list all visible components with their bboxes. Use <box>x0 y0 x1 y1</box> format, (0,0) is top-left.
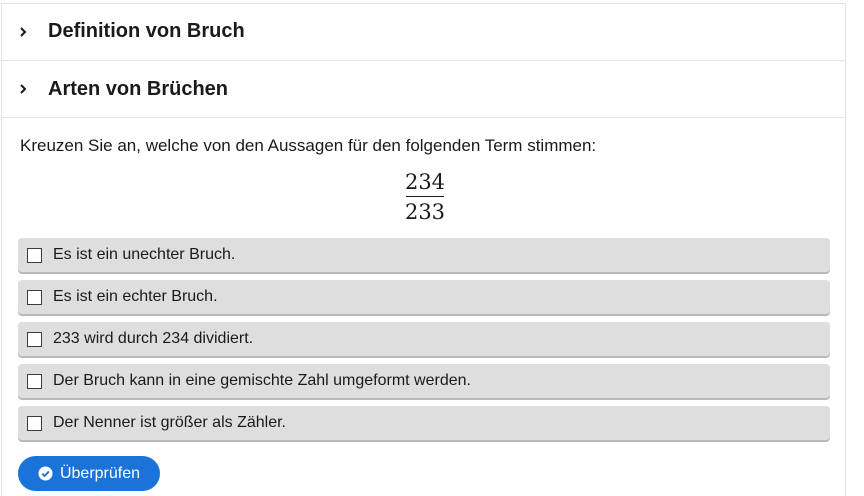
accordion-title: Definition von Bruch <box>48 20 245 42</box>
answer-option-2[interactable]: Es ist ein echter Bruch. <box>18 280 830 314</box>
answer-option-1[interactable]: Es ist ein unechter Bruch. <box>18 238 830 272</box>
option-label: 233 wird durch 234 dividiert. <box>53 330 254 347</box>
checkbox[interactable] <box>27 289 42 305</box>
fraction-denominator: 233 <box>404 200 446 224</box>
check-answers-button[interactable]: Überprüfen <box>18 456 160 491</box>
question-prompt: Kreuzen Sie an, welche von den Aussagen … <box>20 136 597 155</box>
option-label: Der Nenner ist größer als Zähler. <box>53 414 286 431</box>
accordion-title: Arten von Brüchen <box>48 77 229 100</box>
fraction-bar <box>406 196 444 197</box>
checkbox[interactable] <box>27 331 42 347</box>
accordion-arten-von-bruechen[interactable]: Arten von Brüchen <box>1 61 846 118</box>
accordion-definition-von-bruch[interactable]: Definition von Bruch <box>1 3 846 61</box>
fraction-numerator: 234 <box>404 170 446 194</box>
checkbox[interactable] <box>27 373 42 389</box>
option-label: Es ist ein echter Bruch. <box>53 288 218 305</box>
option-label: Der Bruch kann in eine gemischte Zahl um… <box>53 372 471 389</box>
chevron-right-icon <box>18 26 28 37</box>
answer-option-5[interactable]: Der Nenner ist größer als Zähler. <box>18 406 830 440</box>
answer-option-4[interactable]: Der Bruch kann in eine gemischte Zahl um… <box>18 364 830 398</box>
chevron-right-icon <box>18 84 28 94</box>
check-button-label: Überprüfen <box>59 464 141 482</box>
checkbox[interactable] <box>27 415 42 431</box>
checkbox[interactable] <box>27 247 42 263</box>
option-label: Es ist ein unechter Bruch. <box>53 246 236 263</box>
fraction-term: 234 233 <box>404 170 446 224</box>
answer-option-3[interactable]: 233 wird durch 234 dividiert. <box>18 322 830 356</box>
check-circle-icon <box>38 466 53 481</box>
